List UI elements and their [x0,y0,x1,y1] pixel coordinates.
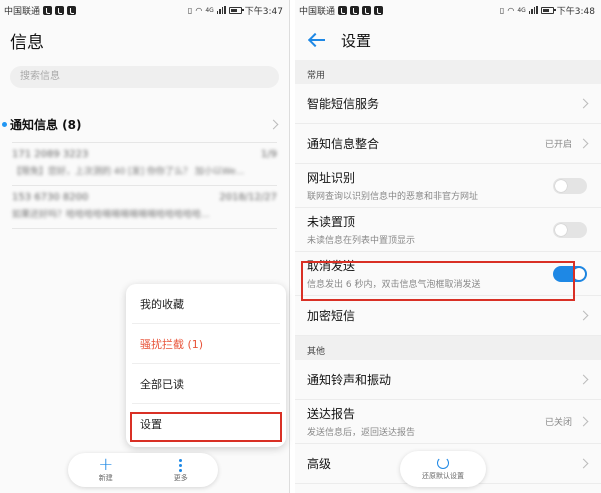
vibrate-icon: ▯ [499,5,505,15]
more-button[interactable]: 更多 [174,457,188,483]
settings-row-unread-pin[interactable]: 未读置顶 未读信息在列表中置顶显示 [295,208,601,252]
tiktok-icon [43,5,53,15]
settings-row-cancel-send[interactable]: 取消发送 信息发出 6 秒内，双击信息气泡框取消发送 [295,252,601,296]
chevron-right-icon [578,98,589,109]
status-bar: 中国联通 ▯ ◠ 4G 下午3:48 [295,0,601,20]
row-subtitle: 联网查询以识别信息中的恶意和非官方网址 [307,192,479,202]
section-header-common: 常用 [295,60,601,84]
more-vertical-icon [179,457,183,473]
page-title: 信息 [10,33,44,53]
settings-row-url-recognition[interactable]: 网址识别 联网查询以识别信息中的恶意和非官方网址 [295,164,601,208]
row-title: 送达报告 [307,407,356,421]
restore-defaults-button[interactable]: 还原默认设置 [400,451,486,487]
cancel-send-toggle[interactable] [553,265,587,282]
settings-row-notification-merge[interactable]: 通知信息整合 已开启 [295,124,601,164]
message-preview: 如果还好吗？哈哈哈哈嘀嘀嘀嘀嘀嘀哈哈哈哈哈... [12,210,210,220]
plus-icon: + [98,454,114,475]
row-title: 取消发送 [307,259,356,273]
toggle-knob [555,223,567,236]
tiktok-icon [67,5,77,15]
restore-icon [437,457,449,469]
carrier-label: 中国联通 [299,6,336,17]
search-input[interactable]: 搜索信息 [10,66,279,88]
message-date: 1/9 [260,149,277,160]
settings-screen: 中国联通 ▯ ◠ 4G 下午3:48 设置 常用 智能短信服务 通知信息整合 已… [295,0,601,493]
menu-item-spam-block[interactable]: 骚扰拦截 (1) [132,324,280,364]
row-value: 已关闭 [544,418,572,428]
row-title: 未读置顶 [307,215,356,229]
chevron-right-icon [578,458,589,469]
row-title: 加密短信 [307,309,356,323]
tiktok-icon [350,5,360,15]
divider [12,228,277,229]
settings-row-ringtone-vibration[interactable]: 通知铃声和振动 [295,360,601,400]
status-time: 下午3:48 [556,6,595,17]
status-time: 下午3:47 [244,6,283,17]
tiktok-icon [374,5,384,15]
row-subtitle: 信息发出 6 秒内，双击信息气泡框取消发送 [307,280,481,290]
chevron-right-icon [578,374,589,385]
toggle-knob [573,267,585,280]
toggle-knob [555,179,567,192]
chevron-right-icon [578,416,589,427]
row-value: 已开启 [544,140,572,150]
signal-icon [216,6,226,14]
battery-icon [540,6,556,14]
url-recognition-toggle[interactable] [553,177,587,194]
settings-header: 设置 [295,20,601,60]
more-label: 更多 [173,474,188,482]
message-sender: 153 6730 8200 [12,192,89,203]
new-message-button[interactable]: + 新建 [98,454,114,483]
notification-messages-label: 通知信息 (8) [10,117,82,132]
message-sender: 171 2089 3223 [12,149,89,160]
menu-item-favorites[interactable]: 我的收藏 [132,284,280,324]
notification-messages-item[interactable]: 通知信息 (8) [0,106,289,142]
signal-icon [528,6,538,14]
vibrate-icon: ▯ [187,5,193,15]
row-title: 智能短信服务 [307,97,380,111]
network-type-label: 4G [205,6,214,14]
row-title: 通知信息整合 [307,137,380,151]
chevron-right-icon [268,119,279,129]
message-item[interactable]: 171 2089 3223 1/9 【限免】您好，上次测的 40 [发] 你你了… [0,143,289,185]
row-title: 网址识别 [307,171,356,185]
settings-row-encrypted-sms[interactable]: 加密短信 [295,296,601,336]
row-subtitle: 发送信息后，返回送达报告 [307,428,416,438]
tiktok-icon [338,5,348,15]
page-title: 设置 [341,31,372,50]
message-preview: 【限免】您好，上次测的 40 [发] 你你了么？ 加小以We... [12,167,245,177]
unread-dot-icon [2,121,7,127]
row-title: 通知铃声和振动 [307,373,392,387]
settings-highlight-box [130,412,282,442]
settings-row-smart-sms[interactable]: 智能短信服务 [295,84,601,124]
new-label: 新建 [98,474,113,482]
network-type-label: 4G [517,6,526,14]
unread-pin-toggle[interactable] [553,221,587,238]
wifi-icon: ◠ [507,5,515,15]
settings-row-delivery-report[interactable]: 送达报告 发送信息后，返回送达报告 已关闭 [295,400,601,444]
back-arrow-icon[interactable] [309,33,327,47]
row-subtitle: 未读信息在列表中置顶显示 [307,236,416,246]
chevron-right-icon [578,138,589,149]
carrier-label: 中国联通 [4,6,41,17]
menu-item-mark-all-read[interactable]: 全部已读 [132,364,280,404]
tiktok-icon [362,5,372,15]
message-item[interactable]: 153 6730 8200 2018/12/27 如果还好吗？哈哈哈哈嘀嘀嘀嘀嘀… [0,186,289,228]
chevron-right-icon [578,310,589,321]
battery-icon [228,6,244,14]
status-bar: 中国联通 ▯ ◠ 4G 下午3:47 [0,0,289,20]
restore-label: 还原默认设置 [422,472,464,480]
section-header-other: 其他 [295,336,601,360]
tiktok-icon [55,5,65,15]
wifi-icon: ◠ [195,5,203,15]
message-date: 2018/12/27 [219,192,277,203]
bottom-action-bar: + 新建 更多 [68,453,218,487]
